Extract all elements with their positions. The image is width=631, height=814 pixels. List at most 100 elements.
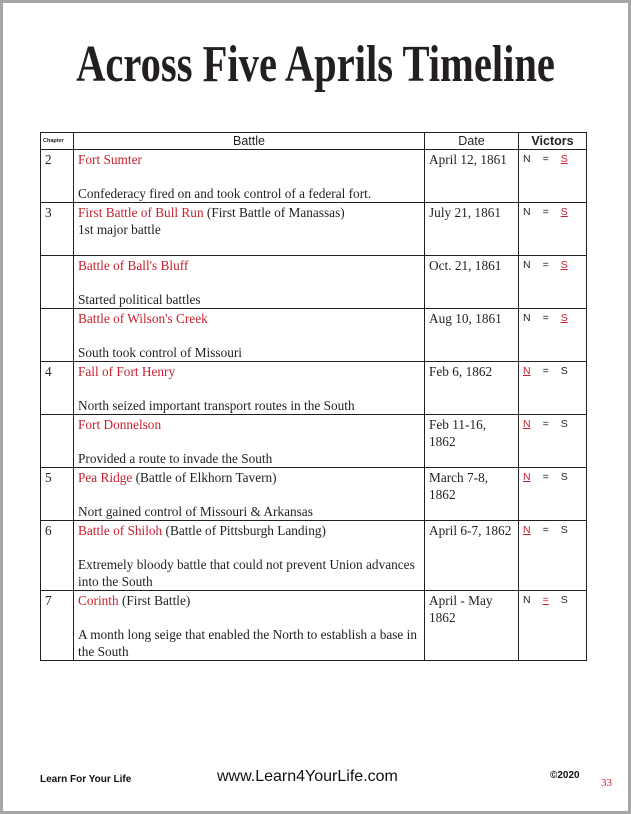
header-battle: Battle — [73, 132, 425, 150]
battle-name: Fort Sumter — [78, 152, 142, 167]
victor-south: S — [560, 524, 568, 536]
victors-cell: N = S — [518, 149, 587, 203]
victor-equal: = — [542, 471, 549, 483]
battle-description: Provided a route to invade the South — [78, 451, 273, 466]
victors-cell: N = S — [518, 361, 587, 415]
victor-equal: = — [542, 259, 549, 271]
victors-cell: N = S — [518, 414, 587, 468]
battle-name: Battle of Shiloh — [78, 523, 163, 538]
battle-name: Battle of Wilson's Creek — [78, 311, 208, 326]
date-cell: Feb 6, 1862 — [424, 361, 519, 415]
chapter-cell — [40, 308, 74, 362]
table-row: 4 Fall of Fort Henry North seized importan… — [40, 361, 587, 415]
victor-south: S — [560, 365, 568, 377]
battle-description: Confederacy fired on and took control of… — [78, 186, 372, 201]
chapter-cell — [40, 255, 74, 309]
victor-north: N — [523, 524, 531, 536]
battle-alt-name: (First Battle of Manassas) — [203, 205, 345, 220]
battle-cell: Battle of Wilson's Creek South took contr… — [73, 308, 425, 362]
date-cell: Oct. 21, 1861 — [424, 255, 519, 309]
battle-description: Nort gained control of Missouri & Arkans… — [78, 504, 313, 519]
battle-name: Battle of Ball's Bluff — [78, 258, 189, 273]
victors-cell: N = S — [518, 202, 587, 256]
battle-description: South took control of Missouri — [78, 345, 242, 360]
worksheet-page: Across Five Aprils Timeline Chapter Batt… — [3, 3, 628, 811]
battle-alt-name: (Battle of Elkhorn Tavern) — [132, 470, 277, 485]
battle-cell: Pea Ridge (Battle of Elkhorn Tavern) Nort… — [73, 467, 425, 521]
chapter-cell: 3 — [40, 202, 74, 256]
chapter-cell: 4 — [40, 361, 74, 415]
victor-equal: = — [542, 206, 549, 218]
victor-equal: = — [542, 365, 549, 377]
table-row: 2 Fort Sumter Confederacy fired on and too… — [40, 149, 587, 203]
chapter-cell: 5 — [40, 467, 74, 521]
chapter-cell: 7 — [40, 590, 74, 661]
victors-cell: N = S — [518, 520, 587, 591]
date-cell: Aug 10, 1861 — [424, 308, 519, 362]
battle-description: Extremely bloody battle that could not p… — [78, 557, 415, 589]
battle-note: 1st major battle — [78, 222, 161, 237]
battle-name: Fall of Fort Henry — [78, 364, 176, 379]
battle-alt-name: (First Battle) — [118, 593, 191, 608]
battle-cell: Fort Sumter Confederacy fired on and took… — [73, 149, 425, 203]
victor-north: N — [523, 471, 531, 483]
victor-north: N — [523, 259, 531, 271]
battle-cell: Corinth (First Battle) A month long seige… — [73, 590, 425, 661]
victor-south: S — [560, 594, 568, 606]
page-number: 33 — [601, 777, 612, 789]
date-cell: July 21, 1861 — [424, 202, 519, 256]
victor-south: S — [560, 418, 568, 430]
victor-north: N — [523, 153, 531, 165]
battle-cell: Battle of Ball's Bluff Started political … — [73, 255, 425, 309]
victor-south: S — [560, 153, 568, 165]
table-row: 5 Pea Ridge (Battle of Elkhorn Tavern) Nor… — [40, 467, 587, 521]
victor-equal: = — [542, 594, 549, 606]
victor-north: N — [523, 206, 531, 218]
battle-name: Pea Ridge — [78, 470, 133, 485]
victor-south: S — [560, 259, 568, 271]
date-cell: April - May 1862 — [424, 590, 519, 661]
battle-cell: Fort Donnelson Provided a route to invade… — [73, 414, 425, 468]
header-chapter: Chapter — [40, 132, 74, 150]
victor-equal: = — [542, 418, 549, 430]
battle-name: Fort Donnelson — [78, 417, 162, 432]
footer-brand: Learn For Your Life — [40, 774, 132, 785]
victors-cell: N = S — [518, 590, 587, 661]
victor-south: S — [560, 312, 568, 324]
victors-cell: N = S — [518, 467, 587, 521]
victor-north: N — [523, 594, 531, 606]
chapter-cell: 6 — [40, 520, 74, 591]
footer-url[interactable]: www.Learn4YourLife.com — [217, 768, 398, 786]
battle-cell: Fall of Fort Henry North seized important… — [73, 361, 425, 415]
victors-cell: N = S — [518, 255, 587, 309]
victor-equal: = — [542, 312, 549, 324]
battle-cell: First Battle of Bull Run (First Battle o… — [73, 202, 425, 256]
victors-cell: N = S — [518, 308, 587, 362]
table-row: Battle of Wilson's Creek South took contr… — [40, 308, 587, 362]
date-cell: April 12, 1861 — [424, 149, 519, 203]
victor-north: N — [523, 312, 531, 324]
header-victors: Victors — [518, 132, 587, 150]
table-row: 7 Corinth (First Battle) A month long seig… — [40, 590, 587, 661]
header-date: Date — [424, 132, 519, 150]
date-cell: March 7-8, 1862 — [424, 467, 519, 521]
footer-copyright: ©2020 — [550, 770, 580, 781]
victor-equal: = — [542, 153, 549, 165]
chapter-cell — [40, 414, 74, 468]
battle-alt-name: (Battle of Pittsburgh Landing) — [162, 523, 326, 538]
victor-south: S — [560, 206, 568, 218]
table-row: Fort Donnelson Provided a route to invade… — [40, 414, 587, 468]
table-header-row: Chapter Battle Date Victors — [40, 132, 587, 150]
date-cell: Feb 11-16, 1862 — [424, 414, 519, 468]
victor-north: N — [523, 418, 531, 430]
victor-south: S — [560, 471, 568, 483]
chapter-cell: 2 — [40, 149, 74, 203]
timeline-table: Chapter Battle Date Victors 2 Fort Sumter… — [40, 132, 587, 661]
